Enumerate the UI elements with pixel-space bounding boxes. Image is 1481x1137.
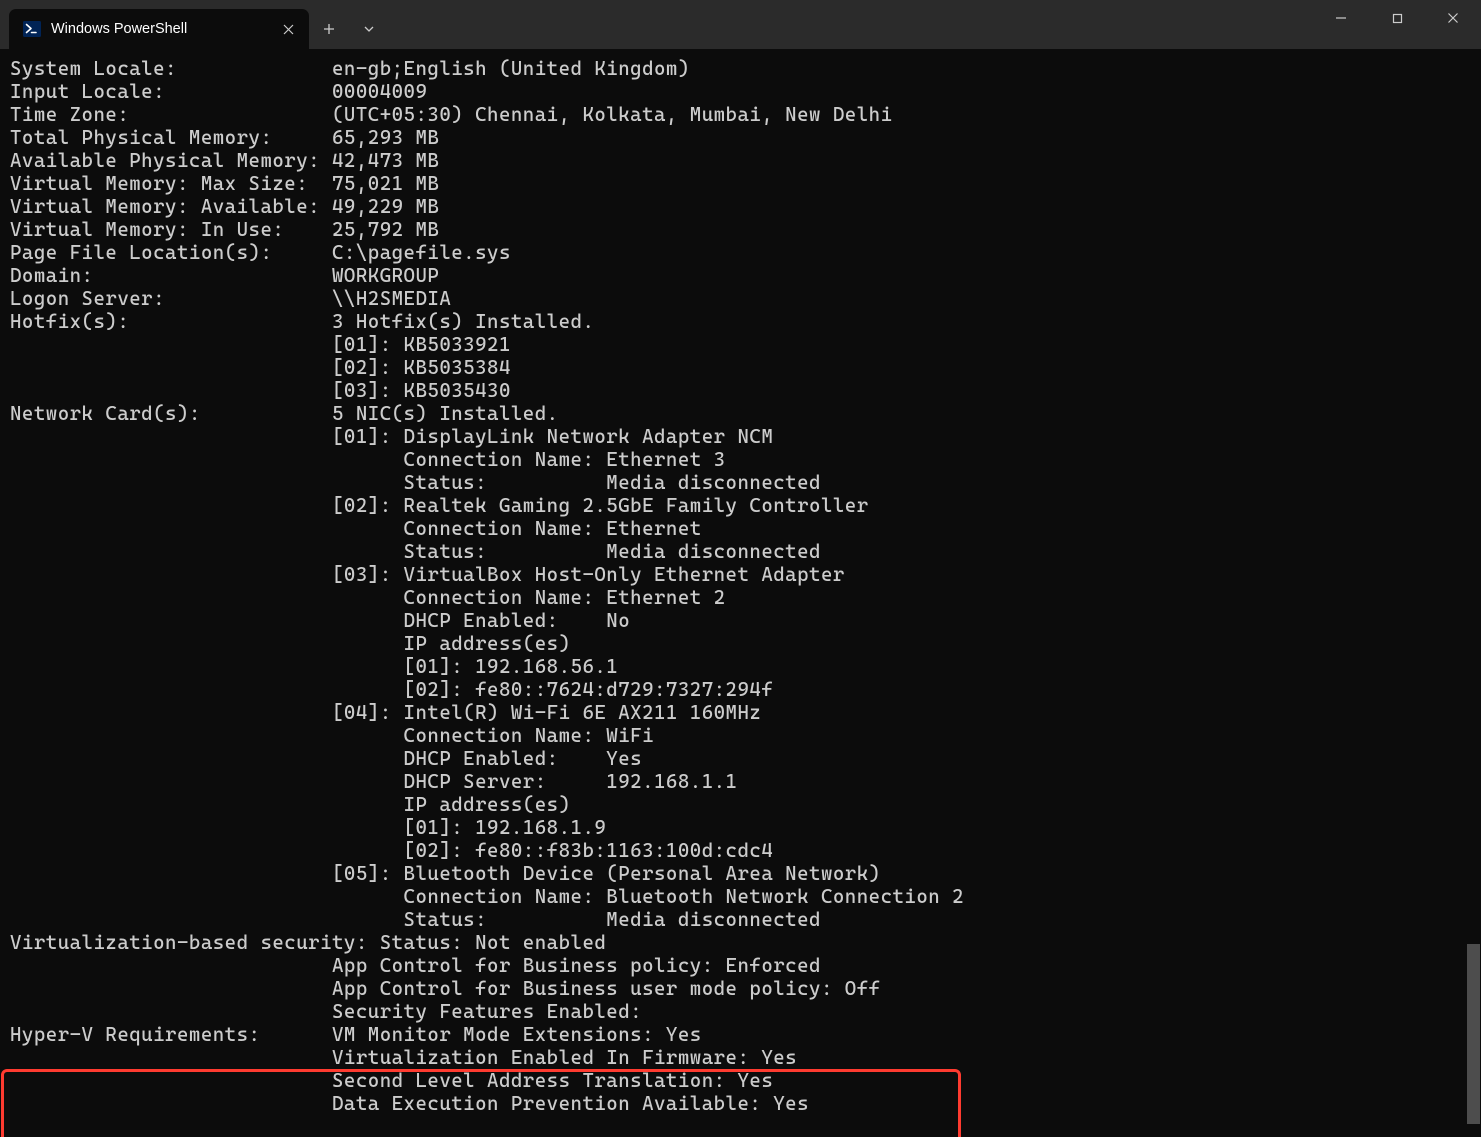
tab-powershell[interactable]: Windows PowerShell xyxy=(9,9,309,49)
new-tab-button[interactable] xyxy=(309,9,349,49)
scrollbar-thumb[interactable] xyxy=(1467,944,1480,1124)
titlebar: Windows PowerShell xyxy=(0,0,1481,49)
powershell-icon xyxy=(23,20,41,38)
terminal-text: System Locale: en-gb;English (United Kin… xyxy=(10,57,964,1115)
close-window-button[interactable] xyxy=(1425,0,1481,36)
tab-title: Windows PowerShell xyxy=(51,21,267,37)
minimize-button[interactable] xyxy=(1313,0,1369,36)
tab-strip: Windows PowerShell xyxy=(0,0,309,49)
maximize-button[interactable] xyxy=(1369,0,1425,36)
scrollbar[interactable] xyxy=(1466,49,1481,1137)
tab-actions xyxy=(309,9,389,49)
window-controls xyxy=(1313,0,1481,36)
tab-dropdown-button[interactable] xyxy=(349,9,389,49)
tab-close-button[interactable] xyxy=(277,18,299,40)
terminal-output[interactable]: System Locale: en-gb;English (United Kin… xyxy=(0,49,1481,1137)
